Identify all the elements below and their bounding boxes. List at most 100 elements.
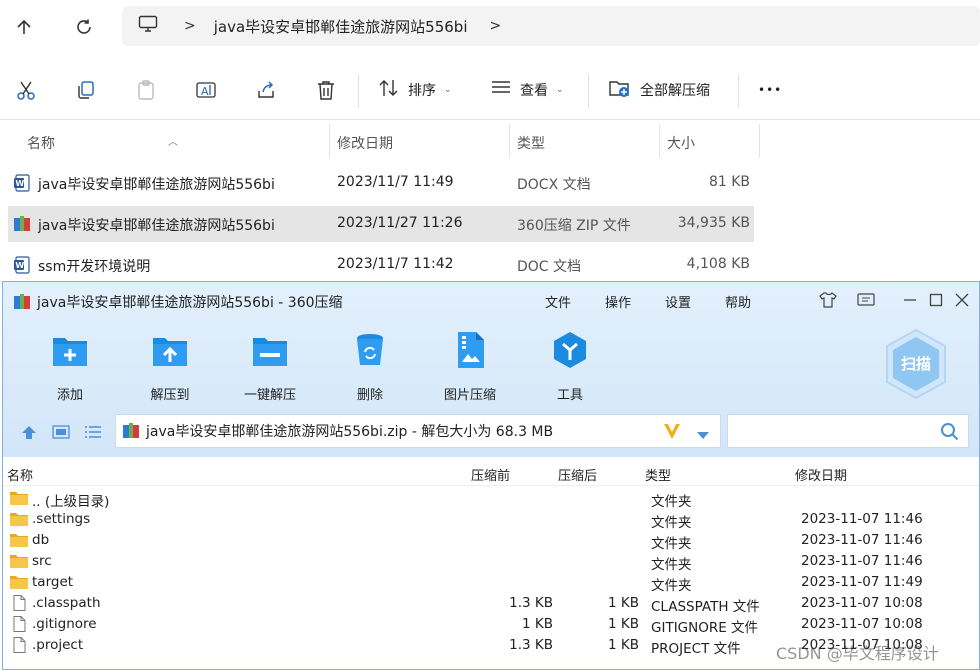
menu-help[interactable]: 帮助 xyxy=(725,292,751,311)
delete-icon[interactable] xyxy=(314,78,338,102)
sort-label: 排序 xyxy=(408,83,436,99)
column-modified[interactable]: 修改日期 xyxy=(337,133,393,153)
folder-icon xyxy=(10,492,28,505)
entry-type: CLASSPATH 文件 xyxy=(651,599,760,615)
zip-archive-icon xyxy=(14,216,30,231)
column-divider[interactable] xyxy=(329,124,330,158)
archive-path-field[interactable]: java毕设安卓邯郸佳途旅游网站556bi.zip - 解包大小为 68.3 M… xyxy=(115,414,721,448)
skin-shirt-icon[interactable] xyxy=(818,290,838,310)
delete-button[interactable]: 删除 xyxy=(325,330,415,403)
paste-icon[interactable] xyxy=(134,78,158,102)
image-zip-icon xyxy=(458,332,484,368)
one-click-extract-button[interactable]: 一键解压 xyxy=(225,330,315,403)
file-icon xyxy=(13,595,26,611)
file-row[interactable]: W ssm开发环境说明 2023/11/7 11:42 DOC 文档 4,108… xyxy=(8,247,754,283)
verified-v-icon xyxy=(662,421,682,445)
extract-all-button[interactable]: 全部解压缩 xyxy=(608,78,710,102)
tools-button[interactable]: 工具 xyxy=(525,330,615,403)
file-icon xyxy=(13,637,26,653)
file-type: DOCX 文档 xyxy=(517,177,591,193)
share-icon[interactable] xyxy=(254,78,278,102)
image-compress-button[interactable]: 图片压缩 xyxy=(425,330,515,403)
zip-row[interactable]: .settings 文件夹 2023-11-07 11:46 xyxy=(3,509,979,531)
sort-ascending-icon: ︿ xyxy=(168,137,178,148)
breadcrumb-separator[interactable]: > xyxy=(184,18,196,34)
more-options-button[interactable]: ••• xyxy=(758,78,782,102)
column-type[interactable]: 类型 xyxy=(517,133,545,153)
entry-size-after: 1 KB xyxy=(608,595,639,611)
list-view-icon[interactable] xyxy=(83,422,103,442)
entry-name: .project xyxy=(32,637,84,653)
menu-operation[interactable]: 操作 xyxy=(605,292,631,311)
up-arrow-icon[interactable] xyxy=(10,13,38,41)
entry-modified: 2023-11-07 11:46 xyxy=(801,553,923,569)
window-title: java毕设安卓邯郸佳途旅游网站556bi - 360压缩 xyxy=(37,295,343,311)
refresh-icon[interactable] xyxy=(70,13,98,41)
entry-name: .. (上级目录) xyxy=(32,494,110,510)
column-type[interactable]: 类型 xyxy=(645,465,671,484)
file-modified: 2023/11/7 11:49 xyxy=(337,174,454,190)
entry-type: PROJECT 文件 xyxy=(651,641,741,657)
file-type: 360压缩 ZIP 文件 xyxy=(517,218,631,234)
scan-button[interactable]: 扫描 xyxy=(883,328,949,400)
close-icon[interactable] xyxy=(952,290,972,310)
folder-icon xyxy=(10,534,28,547)
column-modified[interactable]: 修改日期 xyxy=(795,465,847,484)
svg-text:A: A xyxy=(201,85,209,98)
add-button[interactable]: 添加 xyxy=(25,330,115,403)
file-row[interactable]: W java毕设安卓邯郸佳途旅游网站556bi 2023/11/7 11:49 … xyxy=(8,165,754,201)
column-name[interactable]: 名称 xyxy=(7,465,33,484)
file-name: java毕设安卓邯郸佳途旅游网站556bi xyxy=(38,177,275,193)
copy-icon[interactable] xyxy=(74,78,98,102)
watermark-text: CSDN @毕文程序设计 xyxy=(776,644,939,663)
entry-size-before: 1 KB xyxy=(522,616,553,632)
rename-icon[interactable]: A xyxy=(194,78,218,102)
extract-folder-icon xyxy=(153,338,187,366)
column-size[interactable]: 大小 xyxy=(667,133,695,153)
column-size-after[interactable]: 压缩后 xyxy=(558,465,597,484)
zip-row[interactable]: .classpath 1.3 KB 1 KB CLASSPATH 文件 2023-11-… xyxy=(3,593,979,615)
column-divider[interactable] xyxy=(509,124,510,158)
tool-label: 添加 xyxy=(56,388,83,403)
menu-settings[interactable]: 设置 xyxy=(665,292,691,311)
tool-label: 解压到 xyxy=(150,388,190,403)
minimize-icon[interactable] xyxy=(900,290,920,310)
address-row: > java毕设安卓邯郸佳途旅游网站556bi > xyxy=(0,0,980,54)
zip-row[interactable]: .. (上级目录) 文件夹 xyxy=(3,488,979,510)
dropdown-arrow-icon[interactable] xyxy=(696,426,710,445)
view-list-icon xyxy=(490,79,512,101)
extract-to-button[interactable]: 解压到 xyxy=(125,330,215,403)
view-label: 查看 xyxy=(520,83,548,99)
menu-file[interactable]: 文件 xyxy=(545,292,571,311)
column-divider[interactable] xyxy=(659,124,660,158)
feedback-icon[interactable] xyxy=(856,290,876,310)
view-button[interactable]: 查看 ⌄ xyxy=(490,78,564,102)
zip-row[interactable]: .gitignore 1 KB 1 KB GITIGNORE 文件 2023-11-07… xyxy=(3,614,979,636)
entry-size-before: 1.3 KB xyxy=(509,595,553,611)
breadcrumb-separator[interactable]: > xyxy=(489,18,501,34)
search-input[interactable] xyxy=(727,414,969,448)
file-explorer: > java毕设安卓邯郸佳途旅游网站556bi > A 排序 ⌄ 查看 ⌄ 全部… xyxy=(0,0,980,300)
cut-icon[interactable] xyxy=(14,78,38,102)
column-size-before[interactable]: 压缩前 xyxy=(471,465,510,484)
search-icon[interactable] xyxy=(940,422,960,446)
file-row-selected[interactable]: java毕设安卓邯郸佳途旅游网站556bi 2023/11/27 11:26 3… xyxy=(8,206,754,242)
maximize-icon[interactable] xyxy=(926,290,946,310)
toolbar-divider xyxy=(588,74,589,108)
up-level-icon[interactable] xyxy=(19,422,39,442)
word-doc-icon: W xyxy=(14,256,30,274)
entry-name: target xyxy=(32,574,74,590)
zip-row[interactable]: target 文件夹 2023-11-07 11:49 xyxy=(3,572,979,594)
thumbnail-view-icon[interactable] xyxy=(51,422,71,442)
file-modified: 2023/11/7 11:42 xyxy=(337,256,454,272)
column-divider[interactable] xyxy=(759,124,760,158)
entry-name: .settings xyxy=(32,511,91,527)
breadcrumb-folder[interactable]: java毕设安卓邯郸佳途旅游网站556bi xyxy=(214,16,468,37)
zip-row[interactable]: db 文件夹 2023-11-07 11:46 xyxy=(3,530,979,552)
address-bar[interactable]: > java毕设安卓邯郸佳途旅游网站556bi > xyxy=(122,6,980,46)
column-name[interactable]: 名称 xyxy=(27,133,55,153)
file-icon xyxy=(13,616,26,632)
sort-button[interactable]: 排序 ⌄ xyxy=(378,78,452,102)
file-type: DOC 文档 xyxy=(517,259,582,275)
zip-row[interactable]: src 文件夹 2023-11-07 11:46 xyxy=(3,551,979,573)
